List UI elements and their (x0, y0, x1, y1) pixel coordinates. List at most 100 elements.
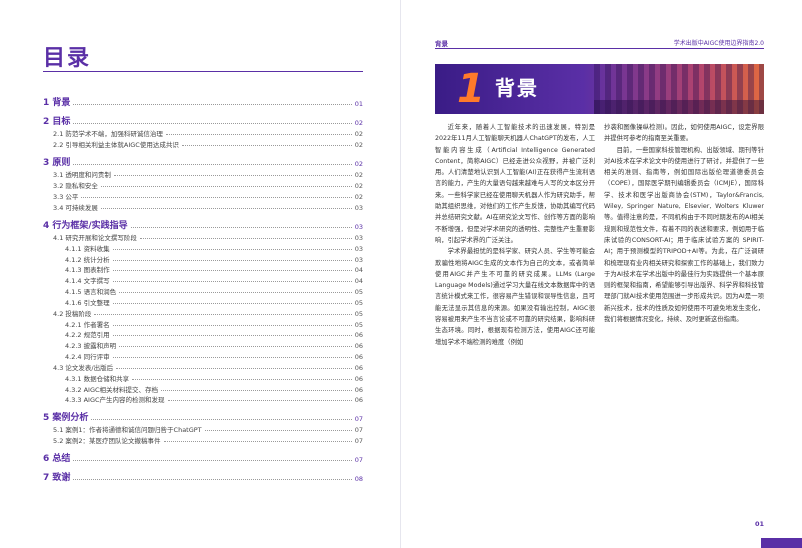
toc-leader-dots (112, 281, 352, 283)
toc-entry-page: 07 (354, 426, 363, 435)
toc-entry-page: 02 (354, 160, 363, 168)
toc-entry[interactable]: 4.3.1 数据仓储和共享 06 (43, 372, 363, 383)
toc-entry[interactable]: 5.2 案例2：某医疗团队论文撤稿事件 07 (43, 434, 363, 445)
toc-entry[interactable]: 4.2 投稿阶段 05 (43, 307, 363, 318)
toc-leader-dots (112, 335, 352, 337)
section-banner: 1 背景 (435, 64, 764, 114)
toc-entry-label: 4.1.6 引文整理 (65, 298, 110, 307)
toc-leader-dots (100, 208, 352, 209)
toc-entry-label: 5.1 案例1：作者将通德和诚信问题归咎于ChatGPT (53, 426, 202, 435)
toc-entry[interactable]: 2.2 引导相关利益主体就AIGC使用达成共识 02 (43, 138, 363, 149)
toc-leader-dots (91, 419, 352, 421)
toc-entry-label: 4.1.5 语言和润色 (65, 287, 117, 296)
content-page: 背景 学术出版中AIGC使用边界指南2.0 1 背景 近年来，随着人工智能技术的… (401, 0, 802, 548)
toc-leader-dots (161, 389, 352, 391)
body-column-right: 抄袭和图像操纵检测)。因此，如何使用AIGC，设定界限并提供可参考的指南至关重要… (604, 122, 764, 325)
toc-entry[interactable]: 5 案例分析 07 (43, 410, 363, 423)
toc-entry-page: 05 (354, 320, 363, 329)
toc-entry-page: 02 (354, 130, 363, 138)
toc-leader-dots (119, 346, 352, 348)
toc-entry-label: 4.1.4 文字撰写 (65, 277, 110, 286)
toc-entry-page: 03 (354, 204, 363, 212)
toc-entry-page: 02 (354, 182, 363, 190)
toc-entry-label: 4.1.3 图表制作 (65, 266, 110, 275)
toc-entry-page: 02 (354, 119, 363, 127)
toc-entry[interactable]: 4.2.1 作者署名 05 (43, 318, 363, 329)
toc-entry-label: 4.2 投稿阶段 (53, 309, 92, 318)
toc-leader-dots (163, 441, 352, 443)
toc-entry-label: 6 总结 (43, 454, 71, 465)
toc-entry[interactable]: 6 总结 07 (43, 451, 363, 464)
toc-entry-page: 02 (354, 171, 363, 179)
toc-leader-dots (94, 313, 352, 315)
toc-title: 目录 (43, 46, 92, 71)
table-of-contents: 1 背景 01 2 目标 02 2.1 防范学术不端，加强科研诚信治理 02 2.2 引导相… (43, 95, 363, 483)
toc-leader-dots (73, 104, 352, 105)
toc-entry[interactable]: 2.1 防范学术不端，加强科研诚信治理 02 (43, 127, 363, 138)
toc-entry[interactable]: 1 背景 01 (43, 95, 363, 108)
toc-entry[interactable]: 3 原则 02 (43, 155, 363, 168)
toc-entry[interactable]: 2 目标 02 (43, 114, 363, 127)
toc-leader-dots (167, 400, 352, 402)
toc-entry[interactable]: 4.1.2 统计分析 03 (43, 253, 363, 264)
toc-title-rule (43, 71, 363, 72)
toc-entry[interactable]: 4.2.3 披露和声明 06 (43, 339, 363, 350)
toc-leader-dots (112, 270, 352, 272)
toc-entry[interactable]: 3.1 透明度和问责制 02 (43, 168, 363, 179)
toc-entry[interactable]: 4.2.2 规范引用 06 (43, 329, 363, 340)
toc-entry-page: 06 (354, 342, 363, 351)
toc-entry[interactable]: 4.1.1 资料收集 03 (43, 242, 363, 253)
toc-leader-dots (112, 324, 352, 326)
toc-leader-dots (73, 123, 352, 124)
toc-entry[interactable]: 4.1.5 语言和润色 05 (43, 285, 363, 296)
toc-leader-dots (73, 479, 352, 481)
toc-entry-page: 06 (354, 352, 363, 361)
page-number: 01 (754, 520, 764, 528)
page-corner-bar (761, 538, 802, 548)
toc-entry-page: 03 (354, 234, 363, 242)
toc-entry-page: 03 (354, 244, 363, 253)
toc-leader-dots (130, 227, 352, 228)
toc-leader-dots (116, 367, 352, 369)
toc-page: 目录 1 背景 01 2 目标 02 2.1 防范学术不端，加强科研诚信治理 02 2.2 … (0, 0, 401, 548)
toc-leader-dots (112, 302, 352, 304)
toc-entry-label: 3.1 透明度和问责制 (53, 171, 111, 179)
toc-entry[interactable]: 7 致谢 08 (43, 470, 363, 483)
toc-entry-label: 3.2 隐私和安全 (53, 182, 98, 190)
toc-entry-label: 3 原则 (43, 158, 71, 168)
toc-leader-dots (119, 291, 352, 293)
toc-entry[interactable]: 4.3.2 AIGC相关材料提交、存档 06 (43, 383, 363, 394)
toc-entry[interactable]: 4.1.6 引文整理 05 (43, 296, 363, 307)
toc-entry-page: 05 (354, 287, 363, 296)
toc-entry-label: 4.1.2 统计分析 (65, 255, 110, 264)
toc-entry[interactable]: 4.3.3 AIGC产生内容的检测和发现 06 (43, 394, 363, 405)
toc-entry[interactable]: 3.4 可持续发展 03 (43, 201, 363, 212)
toc-entry[interactable]: 4.2.4 同行评审 06 (43, 350, 363, 361)
toc-entry-page: 05 (354, 309, 363, 318)
toc-leader-dots (81, 197, 352, 198)
toc-entry[interactable]: 4 行为框架/实践指导 03 (43, 218, 363, 231)
toc-entry[interactable]: 3.3 公平 02 (43, 190, 363, 201)
toc-leader-dots (165, 134, 352, 135)
toc-entry-label: 1 背景 (43, 98, 71, 108)
toc-leader-dots (112, 259, 352, 261)
running-header-section: 背景 (435, 40, 448, 48)
toc-entry-label: 4.2.2 规范引用 (65, 331, 110, 340)
toc-entry[interactable]: 4.3 论文发表/出版后 06 (43, 361, 363, 372)
toc-entry[interactable]: 4.1.4 文字撰写 04 (43, 274, 363, 285)
section-number: 1 (457, 66, 485, 112)
toc-entry-label: 2.2 引导相关利益主体就AIGC使用达成共识 (53, 141, 179, 149)
toc-leader-dots (73, 460, 352, 462)
toc-entry[interactable]: 4.1 研究开展和论文撰写阶段 03 (43, 231, 363, 242)
toc-entry-label: 4.3 论文发表/出版后 (53, 363, 114, 372)
paragraph: 学术界最担忧的是科学家、研究人员、学生等可能会欺骗性地将AIGC生成的文本作为自… (435, 248, 595, 346)
toc-entry[interactable]: 5.1 案例1：作者将通德和诚信问题归咎于ChatGPT 07 (43, 423, 363, 434)
toc-entry-label: 4.3.3 AIGC产生内容的检测和发现 (65, 396, 165, 405)
toc-entry[interactable]: 4.1.3 图表制作 04 (43, 264, 363, 275)
toc-entry-label: 5 案例分析 (43, 413, 89, 424)
toc-leader-dots (181, 145, 352, 146)
toc-entry-page: 06 (354, 385, 363, 394)
toc-entry[interactable]: 3.2 隐私和安全 02 (43, 179, 363, 190)
toc-entry-label: 4.1 研究开展和论文撰写阶段 (53, 234, 137, 242)
toc-entry-label: 4.3.2 AIGC相关材料提交、存档 (65, 385, 159, 394)
